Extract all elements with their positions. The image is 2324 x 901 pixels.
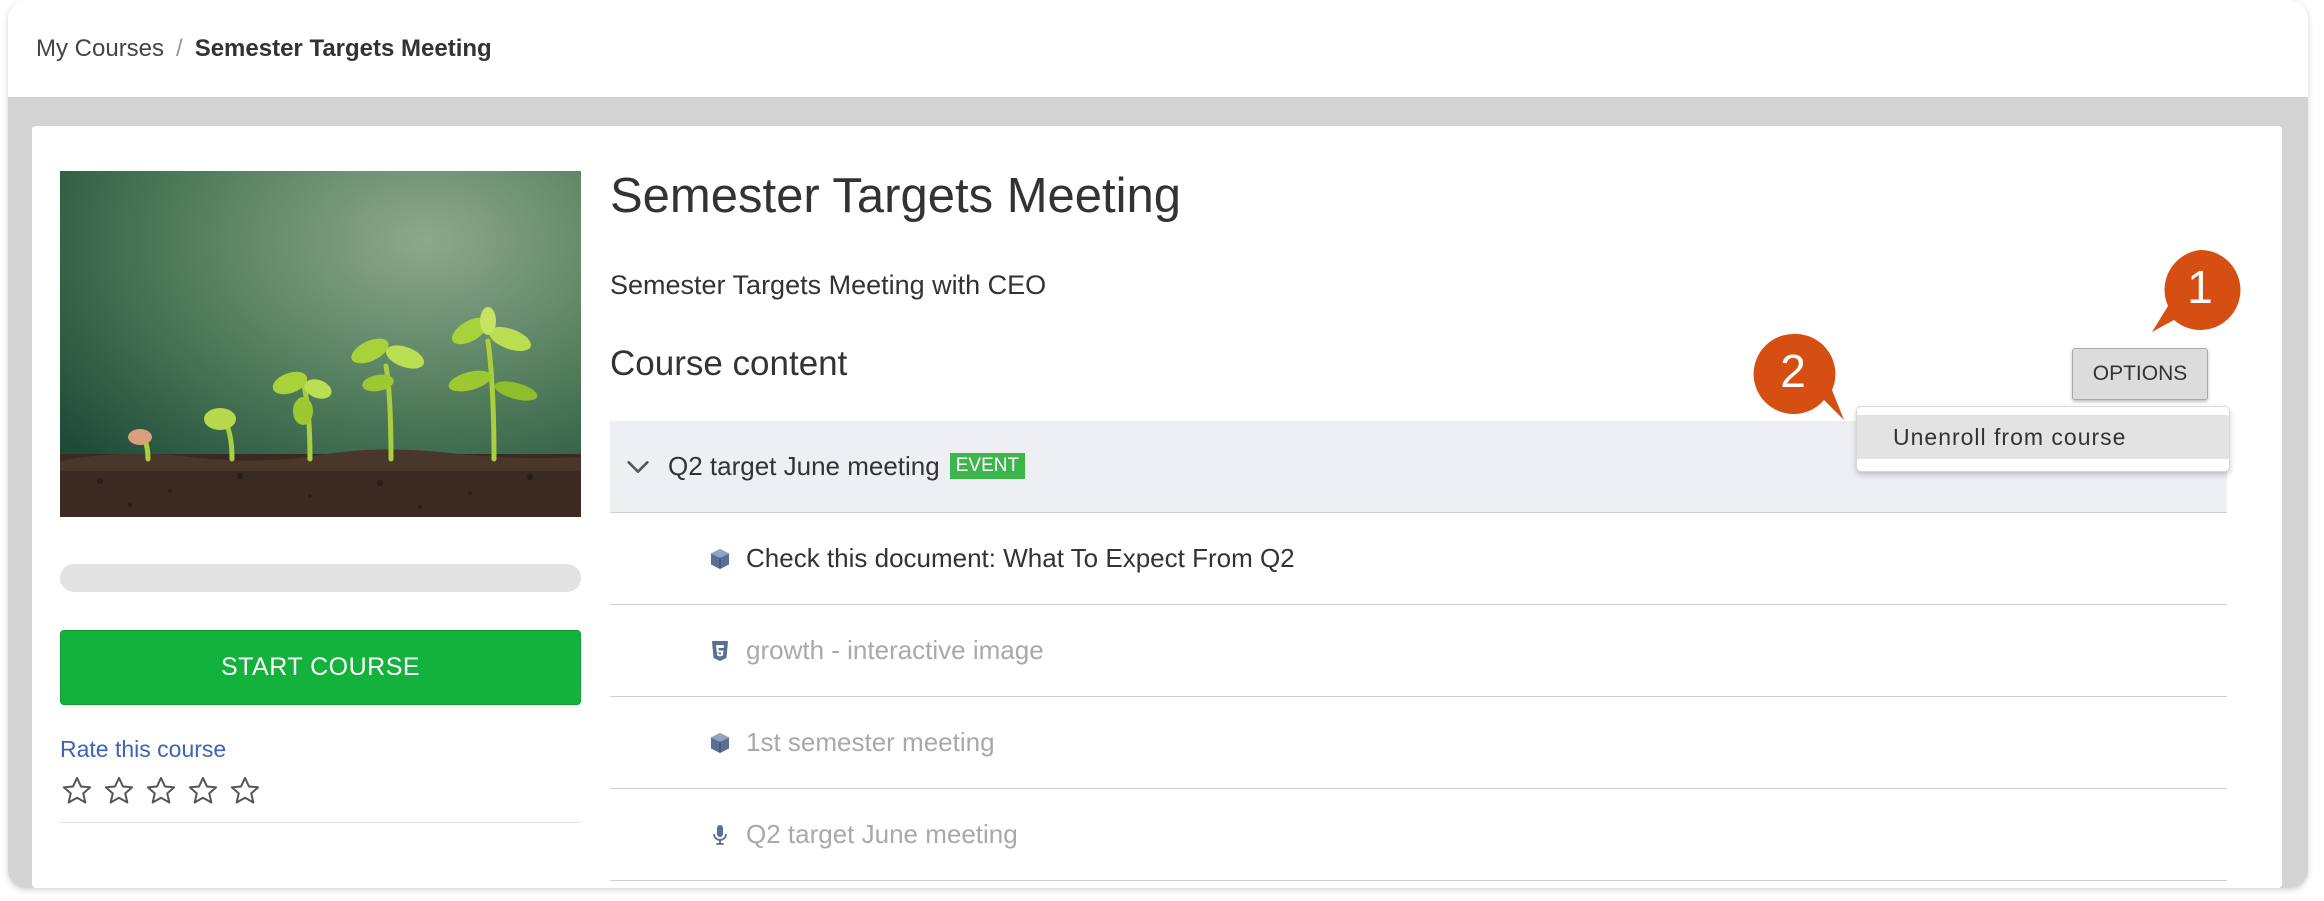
package-icon	[711, 732, 729, 753]
list-item[interactable]: Check this document: What To Expect From…	[610, 513, 2227, 605]
star-icon[interactable]	[102, 774, 136, 808]
star-icon[interactable]	[228, 774, 262, 808]
item-title: growth - interactive image	[746, 635, 1044, 665]
course-description: Semester Targets Meeting with CEO	[610, 270, 1047, 300]
html5-icon	[712, 640, 728, 661]
item-title: Q2 target June meeting	[746, 819, 1018, 849]
event-badge: EVENT	[949, 453, 1026, 480]
breadcrumb-separator: /	[176, 34, 183, 62]
course-progress-bar	[60, 564, 581, 592]
options-button[interactable]: OPTIONS	[2072, 348, 2208, 400]
callout-marker-2: 2	[1748, 330, 1848, 430]
course-content-list: Q2 target June meeting EVENT Check this d…	[610, 421, 2227, 881]
course-title: Semester Targets Meeting	[610, 169, 1182, 223]
app-frame: My Courses / Semester Targets Meeting ST…	[8, 0, 2308, 888]
breadcrumb-my-courses-link[interactable]: My Courses	[36, 35, 164, 63]
callout-number: 2	[1780, 345, 1806, 397]
item-title: 1st semester meeting	[746, 727, 995, 757]
breadcrumb: My Courses / Semester Targets Meeting	[8, 0, 2308, 98]
star-icon[interactable]	[144, 774, 178, 808]
callout-marker-1: 1	[2150, 240, 2250, 340]
list-item[interactable]: Q2 target June meeting	[610, 789, 2227, 881]
microphone-icon	[713, 824, 727, 845]
list-item[interactable]: growth - interactive image	[610, 605, 2227, 697]
package-icon	[711, 548, 729, 569]
divider	[60, 822, 581, 823]
chevron-down-icon[interactable]	[624, 453, 652, 481]
star-icon[interactable]	[186, 774, 220, 808]
item-title: Check this document: What To Expect From…	[746, 543, 1295, 573]
star-icon[interactable]	[60, 774, 94, 808]
unenroll-menu-item[interactable]: Unenroll from course	[1857, 415, 2229, 459]
list-item[interactable]: 1st semester meeting	[610, 697, 2227, 789]
content-group-title: Q2 target June meeting	[668, 451, 940, 481]
options-dropdown-menu: Unenroll from course	[1856, 406, 2230, 472]
course-image	[60, 171, 581, 517]
course-content-heading: Course content	[610, 344, 848, 383]
rate-course-label: Rate this course	[60, 736, 227, 762]
breadcrumb-current: Semester Targets Meeting	[194, 34, 492, 62]
rating-stars	[60, 774, 262, 808]
callout-number: 1	[2187, 261, 2213, 313]
start-course-button[interactable]: START COURSE	[60, 630, 581, 705]
course-card: START COURSE Rate this course Semester T…	[32, 126, 2282, 888]
